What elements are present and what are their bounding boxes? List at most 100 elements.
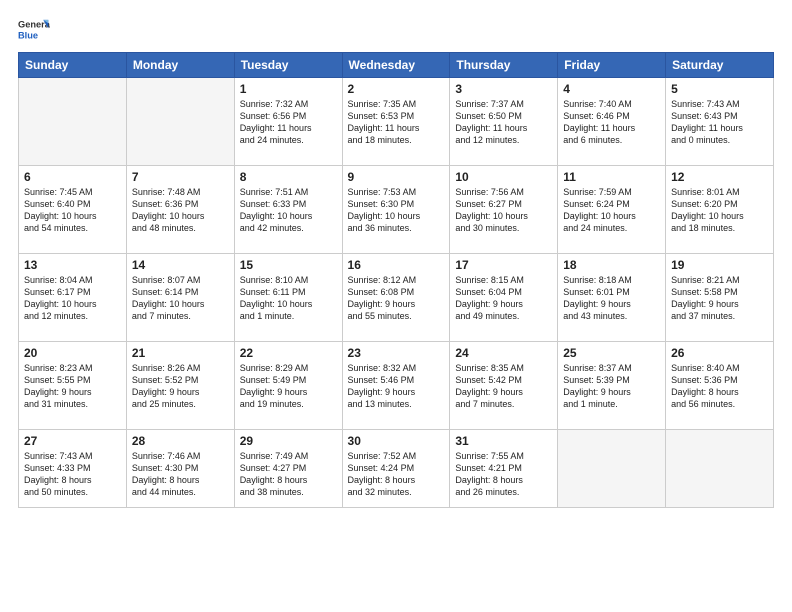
day-number: 14 [132, 258, 229, 272]
calendar-cell [19, 78, 127, 166]
page: GeneralBlue SundayMondayTuesdayWednesday… [0, 0, 792, 612]
day-header-monday: Monday [126, 53, 234, 78]
cell-text: Sunrise: 7:48 AM Sunset: 6:36 PM Dayligh… [132, 186, 229, 235]
cell-text: Sunrise: 7:55 AM Sunset: 4:21 PM Dayligh… [455, 450, 552, 499]
day-number: 27 [24, 434, 121, 448]
header: GeneralBlue [18, 16, 774, 44]
cell-text: Sunrise: 7:32 AM Sunset: 6:56 PM Dayligh… [240, 98, 337, 147]
day-number: 29 [240, 434, 337, 448]
cell-text: Sunrise: 7:56 AM Sunset: 6:27 PM Dayligh… [455, 186, 552, 235]
calendar-cell: 18 Sunrise: 8:18 AM Sunset: 6:01 PM Dayli… [558, 254, 666, 342]
cell-text: Sunrise: 7:46 AM Sunset: 4:30 PM Dayligh… [132, 450, 229, 499]
day-header-saturday: Saturday [666, 53, 774, 78]
calendar-cell: 9Sunrise: 7:53 AM Sunset: 6:30 PM Daylig… [342, 166, 450, 254]
calendar-cell: 13 Sunrise: 8:04 AM Sunset: 6:17 PM Dayli… [19, 254, 127, 342]
day-number: 12 [671, 170, 768, 184]
day-number: 2 [348, 82, 445, 96]
calendar-week-5: 27 Sunrise: 7:43 AM Sunset: 4:33 PM Dayli… [19, 430, 774, 508]
cell-text: Sunrise: 8:18 AM Sunset: 6:01 PM Dayligh… [563, 274, 660, 323]
day-number: 6 [24, 170, 121, 184]
calendar-cell: 11 Sunrise: 7:59 AM Sunset: 6:24 PM Dayli… [558, 166, 666, 254]
calendar-cell: 3 Sunrise: 7:37 AM Sunset: 6:50 PM Daylig… [450, 78, 558, 166]
day-header-tuesday: Tuesday [234, 53, 342, 78]
day-number: 21 [132, 346, 229, 360]
cell-text: Sunrise: 8:07 AM Sunset: 6:14 PM Dayligh… [132, 274, 229, 323]
cell-text: Sunrise: 8:29 AM Sunset: 5:49 PM Dayligh… [240, 362, 337, 411]
day-number: 23 [348, 346, 445, 360]
day-number: 20 [24, 346, 121, 360]
calendar-cell: 15Sunrise: 8:10 AM Sunset: 6:11 PM Dayli… [234, 254, 342, 342]
day-number: 5 [671, 82, 768, 96]
calendar-cell: 12Sunrise: 8:01 AM Sunset: 6:20 PM Dayli… [666, 166, 774, 254]
day-number: 18 [563, 258, 660, 272]
calendar-cell: 24 Sunrise: 8:35 AM Sunset: 5:42 PM Dayli… [450, 342, 558, 430]
cell-text: Sunrise: 7:51 AM Sunset: 6:33 PM Dayligh… [240, 186, 337, 235]
calendar-cell: 8Sunrise: 7:51 AM Sunset: 6:33 PM Daylig… [234, 166, 342, 254]
calendar-cell: 16Sunrise: 8:12 AM Sunset: 6:08 PM Dayli… [342, 254, 450, 342]
cell-text: Sunrise: 7:40 AM Sunset: 6:46 PM Dayligh… [563, 98, 660, 147]
day-number: 24 [455, 346, 552, 360]
day-number: 11 [563, 170, 660, 184]
day-header-thursday: Thursday [450, 53, 558, 78]
calendar-week-4: 20 Sunrise: 8:23 AM Sunset: 5:55 PM Dayli… [19, 342, 774, 430]
day-number: 9 [348, 170, 445, 184]
logo-icon: GeneralBlue [18, 16, 50, 44]
calendar-week-2: 6 Sunrise: 7:45 AM Sunset: 6:40 PM Daylig… [19, 166, 774, 254]
cell-text: Sunrise: 8:32 AM Sunset: 5:46 PM Dayligh… [348, 362, 445, 411]
cell-text: Sunrise: 7:59 AM Sunset: 6:24 PM Dayligh… [563, 186, 660, 235]
calendar-cell: 2 Sunrise: 7:35 AM Sunset: 6:53 PM Daylig… [342, 78, 450, 166]
day-number: 17 [455, 258, 552, 272]
svg-text:Blue: Blue [18, 30, 38, 40]
calendar-cell: 27 Sunrise: 7:43 AM Sunset: 4:33 PM Dayli… [19, 430, 127, 508]
calendar-cell: 23 Sunrise: 8:32 AM Sunset: 5:46 PM Dayli… [342, 342, 450, 430]
calendar-cell: 6 Sunrise: 7:45 AM Sunset: 6:40 PM Daylig… [19, 166, 127, 254]
calendar-cell: 4Sunrise: 7:40 AM Sunset: 6:46 PM Daylig… [558, 78, 666, 166]
day-number: 3 [455, 82, 552, 96]
calendar-cell: 14 Sunrise: 8:07 AM Sunset: 6:14 PM Dayli… [126, 254, 234, 342]
cell-text: Sunrise: 8:26 AM Sunset: 5:52 PM Dayligh… [132, 362, 229, 411]
calendar-cell: 5 Sunrise: 7:43 AM Sunset: 6:43 PM Daylig… [666, 78, 774, 166]
cell-text: Sunrise: 8:21 AM Sunset: 5:58 PM Dayligh… [671, 274, 768, 323]
calendar-cell: 29 Sunrise: 7:49 AM Sunset: 4:27 PM Dayli… [234, 430, 342, 508]
calendar-cell [558, 430, 666, 508]
cell-text: Sunrise: 7:43 AM Sunset: 4:33 PM Dayligh… [24, 450, 121, 499]
cell-text: Sunrise: 8:12 AM Sunset: 6:08 PM Dayligh… [348, 274, 445, 323]
day-number: 26 [671, 346, 768, 360]
calendar-cell: 20 Sunrise: 8:23 AM Sunset: 5:55 PM Dayli… [19, 342, 127, 430]
cell-text: Sunrise: 8:40 AM Sunset: 5:36 PM Dayligh… [671, 362, 768, 411]
cell-text: Sunrise: 8:04 AM Sunset: 6:17 PM Dayligh… [24, 274, 121, 323]
day-number: 7 [132, 170, 229, 184]
cell-text: Sunrise: 8:23 AM Sunset: 5:55 PM Dayligh… [24, 362, 121, 411]
cell-text: Sunrise: 7:45 AM Sunset: 6:40 PM Dayligh… [24, 186, 121, 235]
day-number: 28 [132, 434, 229, 448]
day-header-sunday: Sunday [19, 53, 127, 78]
cell-text: Sunrise: 7:35 AM Sunset: 6:53 PM Dayligh… [348, 98, 445, 147]
calendar-cell: 10 Sunrise: 7:56 AM Sunset: 6:27 PM Dayli… [450, 166, 558, 254]
cell-text: Sunrise: 7:43 AM Sunset: 6:43 PM Dayligh… [671, 98, 768, 147]
day-header-wednesday: Wednesday [342, 53, 450, 78]
day-number: 31 [455, 434, 552, 448]
calendar-week-1: 1Sunrise: 7:32 AM Sunset: 6:56 PM Daylig… [19, 78, 774, 166]
day-number: 25 [563, 346, 660, 360]
day-number: 10 [455, 170, 552, 184]
calendar-cell: 21 Sunrise: 8:26 AM Sunset: 5:52 PM Dayli… [126, 342, 234, 430]
cell-text: Sunrise: 8:10 AM Sunset: 6:11 PM Dayligh… [240, 274, 337, 323]
calendar-cell: 31 Sunrise: 7:55 AM Sunset: 4:21 PM Dayli… [450, 430, 558, 508]
calendar-cell: 22 Sunrise: 8:29 AM Sunset: 5:49 PM Dayli… [234, 342, 342, 430]
calendar-cell: 1Sunrise: 7:32 AM Sunset: 6:56 PM Daylig… [234, 78, 342, 166]
calendar-cell [126, 78, 234, 166]
day-number: 22 [240, 346, 337, 360]
cell-text: Sunrise: 7:37 AM Sunset: 6:50 PM Dayligh… [455, 98, 552, 147]
calendar-cell: 17Sunrise: 8:15 AM Sunset: 6:04 PM Dayli… [450, 254, 558, 342]
day-number: 13 [24, 258, 121, 272]
calendar-cell: 19 Sunrise: 8:21 AM Sunset: 5:58 PM Dayli… [666, 254, 774, 342]
day-number: 19 [671, 258, 768, 272]
calendar-header-row: SundayMondayTuesdayWednesdayThursdayFrid… [19, 53, 774, 78]
cell-text: Sunrise: 7:49 AM Sunset: 4:27 PM Dayligh… [240, 450, 337, 499]
calendar-cell: 7 Sunrise: 7:48 AM Sunset: 6:36 PM Daylig… [126, 166, 234, 254]
calendar-cell [666, 430, 774, 508]
cell-text: Sunrise: 8:35 AM Sunset: 5:42 PM Dayligh… [455, 362, 552, 411]
calendar-cell: 26 Sunrise: 8:40 AM Sunset: 5:36 PM Dayli… [666, 342, 774, 430]
calendar-cell: 25Sunrise: 8:37 AM Sunset: 5:39 PM Dayli… [558, 342, 666, 430]
calendar-cell: 28 Sunrise: 7:46 AM Sunset: 4:30 PM Dayli… [126, 430, 234, 508]
